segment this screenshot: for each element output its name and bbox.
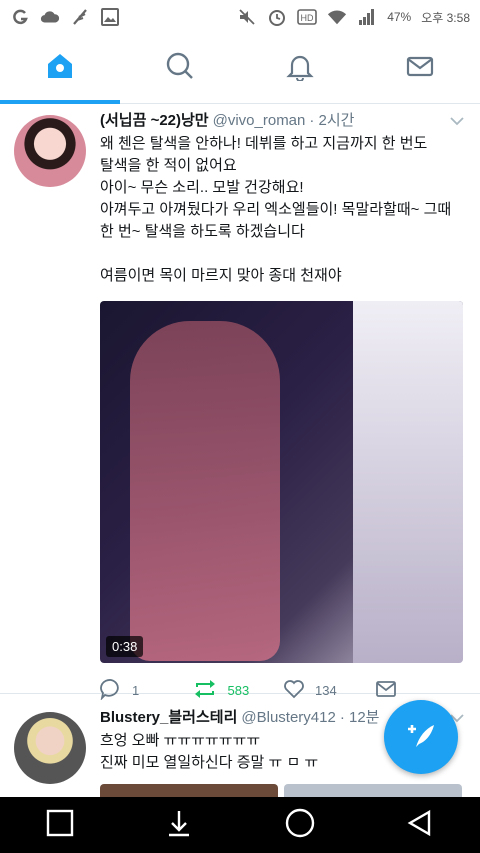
video-frame-figure — [353, 301, 463, 663]
g-app-icon — [10, 7, 30, 27]
tab-search[interactable] — [120, 34, 240, 103]
video-duration: 0:38 — [106, 636, 144, 657]
user-handle[interactable]: @Blustery412 — [241, 708, 335, 728]
tweet-text: 왜 첸은 탈색을 안하나! 데뷔를 하고 지금까지 한 번도 탈색을 한 적이 … — [100, 135, 452, 284]
video-player[interactable]: 0:38 — [100, 301, 463, 663]
display-name[interactable]: Blustery_블러스테리 — [100, 708, 237, 728]
tweet[interactable]: (서닙끔 ~22)낭만 @vivo_roman · 2시간 왜 첸은 탈색을 안… — [0, 105, 480, 701]
top-tab-bar — [0, 34, 480, 104]
alarm-icon — [267, 7, 287, 27]
mute-icon — [237, 7, 257, 27]
tweet-time: · 2시간 — [309, 112, 355, 129]
system-nav-bar — [0, 797, 480, 853]
cloud-icon — [40, 7, 60, 27]
tweet-time: · 12분 — [339, 709, 380, 726]
recent-apps-icon[interactable] — [45, 808, 75, 843]
battery-level: 47% — [387, 10, 412, 24]
wifi-icon — [327, 7, 347, 27]
clock: 오후 3:58 — [421, 10, 470, 25]
display-name[interactable]: (서닙끔 ~22)낭만 — [100, 111, 209, 131]
media-gallery[interactable] — [100, 784, 466, 797]
gallery-icon — [100, 7, 120, 27]
tab-home[interactable] — [0, 34, 120, 104]
compose-tweet-button[interactable] — [384, 700, 458, 774]
tab-messages[interactable] — [360, 34, 480, 103]
mail-icon — [405, 51, 435, 86]
search-icon — [165, 51, 195, 86]
bell-icon — [285, 51, 315, 86]
chevron-down-icon[interactable] — [450, 113, 464, 131]
download-icon[interactable] — [164, 808, 194, 843]
media-thumbnail[interactable] — [100, 784, 278, 797]
media-thumbnail[interactable] — [284, 784, 462, 797]
user-handle[interactable]: @vivo_roman — [213, 111, 306, 131]
video-frame-figure — [130, 321, 280, 661]
back-icon[interactable] — [405, 808, 435, 843]
timeline-feed[interactable]: (서닙끔 ~22)낭만 @vivo_roman · 2시간 왜 첸은 탈색을 안… — [0, 105, 480, 797]
compose-icon — [403, 717, 439, 758]
svg-text:HD: HD — [301, 13, 314, 23]
home-circle-icon[interactable] — [284, 807, 316, 844]
signal-icon — [357, 7, 377, 27]
hd-icon: HD — [297, 7, 317, 27]
feather-icon — [70, 7, 90, 27]
home-icon — [45, 51, 75, 86]
status-bar: HD 47% 오후 3:58 — [0, 0, 480, 34]
tab-notifications[interactable] — [240, 34, 360, 103]
avatar[interactable] — [14, 115, 86, 187]
avatar[interactable] — [14, 712, 86, 784]
